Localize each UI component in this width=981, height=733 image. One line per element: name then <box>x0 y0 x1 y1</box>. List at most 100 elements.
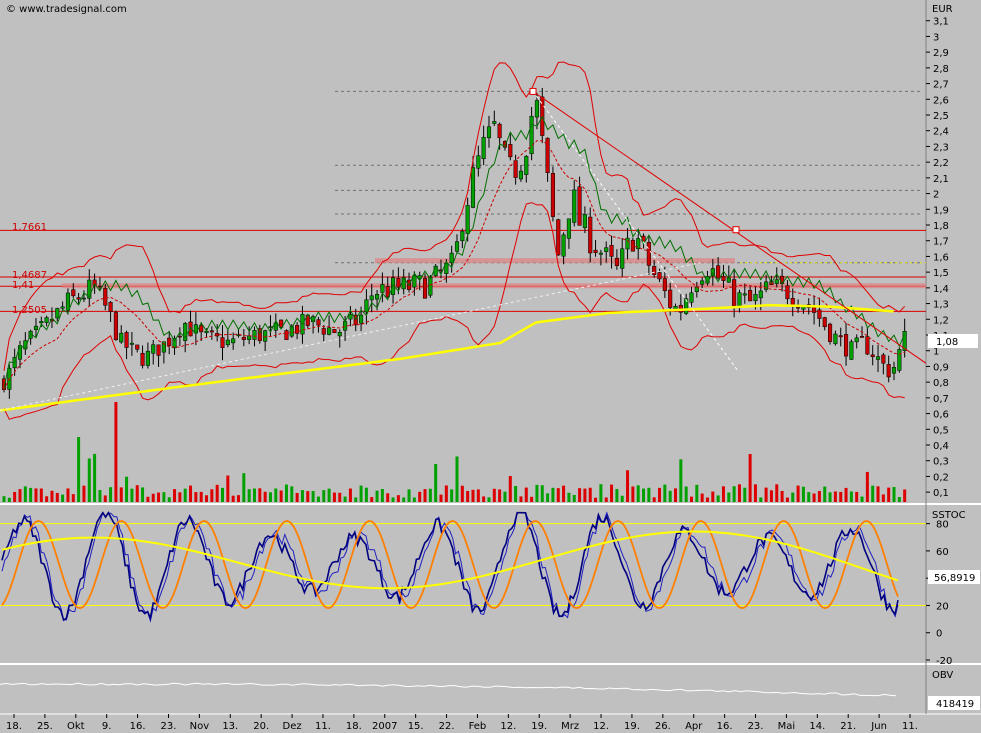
y-tick-label: 2,1 <box>933 174 949 185</box>
candle-body <box>492 121 497 124</box>
volume-bar <box>189 485 193 502</box>
volume-bar <box>359 485 363 502</box>
candle-body <box>796 306 801 309</box>
volume-bar <box>215 484 219 502</box>
volume-bar <box>428 488 432 502</box>
volume-bar <box>34 488 38 502</box>
volume-bar <box>252 488 256 502</box>
x-tick-label: Okt <box>67 721 85 732</box>
candle-body <box>625 237 630 250</box>
y-tick-label: 0,9 <box>933 362 949 373</box>
volume-bar <box>311 491 315 502</box>
x-tick-label: Mai <box>778 721 796 732</box>
candle-body <box>614 257 619 267</box>
y-tick-label: 3,1 <box>933 17 949 28</box>
candle-body <box>859 335 865 338</box>
candle-body <box>476 155 481 169</box>
candle-body <box>822 317 827 328</box>
candle-body <box>177 335 182 338</box>
candle-body <box>662 278 667 292</box>
volume-bar <box>332 492 336 502</box>
volume-bar <box>45 496 49 502</box>
volume-bar <box>775 484 779 502</box>
volume-bar <box>594 497 598 502</box>
candle-body <box>124 332 129 348</box>
volume-bar <box>855 491 859 502</box>
candle-body <box>225 339 230 346</box>
candle-body <box>119 332 124 343</box>
candle-body <box>518 170 524 180</box>
volume-bar <box>679 459 683 502</box>
candle-body <box>620 248 625 269</box>
candle-body <box>135 344 140 350</box>
volume-bar <box>881 494 885 502</box>
volume-bar <box>903 489 907 502</box>
obv-line <box>0 682 897 697</box>
x-tick-label: 16. <box>717 721 733 732</box>
volume-bar <box>354 497 358 502</box>
candle-body <box>268 326 273 328</box>
volume-bar <box>897 497 901 502</box>
volume-bar <box>146 496 150 502</box>
volume-bar <box>492 488 496 502</box>
volume-bar <box>242 473 246 502</box>
volume-bar <box>236 495 240 502</box>
volume-bar <box>418 491 422 502</box>
volume-bar <box>450 489 454 502</box>
volume-bar <box>221 487 225 502</box>
candle-body <box>231 338 236 344</box>
volume-bar <box>871 485 875 502</box>
volume-bar <box>626 470 630 502</box>
candle-body <box>598 252 603 255</box>
candle-body <box>716 265 721 279</box>
volume-bar <box>466 490 470 502</box>
stoch-d-line <box>1 511 899 623</box>
candle-body <box>348 314 353 320</box>
zone-band <box>375 258 735 264</box>
candle-body <box>875 356 881 360</box>
candle-body <box>534 100 539 118</box>
x-tick-label: 15. <box>408 721 424 732</box>
candle-body <box>785 285 790 300</box>
candle-body <box>854 337 859 343</box>
volume-bar <box>865 471 869 502</box>
x-tick-label: 26. <box>655 721 671 732</box>
volume-bar <box>817 491 821 502</box>
candle-body <box>891 367 897 374</box>
volume-bar <box>674 488 678 502</box>
volume-bar <box>801 486 805 502</box>
volume-bar <box>615 489 619 502</box>
candle-body <box>737 292 742 306</box>
x-tick-label: 12. <box>500 721 516 732</box>
x-tick-label: Apr <box>685 721 703 732</box>
y-tick-label: 0,5 <box>933 425 949 436</box>
volume-bar <box>508 476 512 502</box>
volume-bar <box>455 456 459 502</box>
candle-body <box>422 278 428 299</box>
volume-bar <box>300 490 304 502</box>
candle-body <box>764 281 769 290</box>
y-tick-label: 1,3 <box>933 300 949 311</box>
volume-bar <box>103 495 107 502</box>
volume-bar <box>705 497 709 502</box>
stoch-tick-label: 60 <box>936 547 949 558</box>
volume-bar <box>578 488 582 502</box>
candle-body <box>849 341 854 360</box>
volume-bar <box>135 485 139 502</box>
volume-bar <box>322 490 326 502</box>
volume-bar <box>290 486 294 502</box>
volume-bar <box>631 486 635 502</box>
volume-bar <box>407 489 411 502</box>
candle-body <box>588 216 593 254</box>
y-tick-label: 1,4 <box>933 284 949 295</box>
candle-body <box>460 231 465 242</box>
volume-bar <box>503 491 507 502</box>
volume-bar <box>444 485 448 502</box>
y-tick-label: 1,9 <box>933 205 949 216</box>
volume-bar <box>610 484 614 502</box>
volume-bar <box>306 491 310 502</box>
candle-body <box>60 306 65 309</box>
candle-body <box>481 136 486 160</box>
volume-bar <box>316 496 320 502</box>
candle-body <box>396 277 401 288</box>
